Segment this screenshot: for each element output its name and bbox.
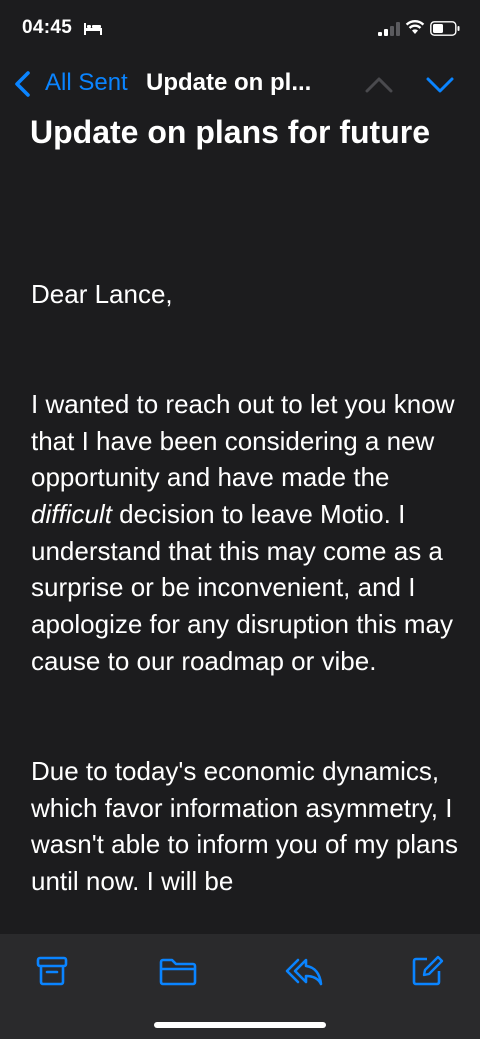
bed-icon (84, 23, 102, 35)
email-paragraph-2: Due to today's economic dynamics, which … (31, 755, 458, 896)
folder-icon[interactable] (158, 954, 198, 988)
status-time: 04:45 (22, 17, 73, 38)
chevron-left-icon[interactable] (12, 70, 32, 98)
home-indicator[interactable] (154, 1022, 326, 1028)
chevron-up-icon[interactable] (364, 74, 394, 96)
mail-screen: 04:45 All Sent Update on pl... Update on… (0, 0, 480, 1039)
bottom-toolbar (0, 934, 480, 1039)
email-content: Update on plans for future Dear Lance, I… (0, 110, 480, 934)
paragraph-1-emphasis: difficult (31, 498, 112, 529)
wifi-icon (405, 20, 425, 34)
compose-icon[interactable] (410, 954, 444, 988)
chevron-down-icon[interactable] (425, 74, 455, 96)
nav-bar: All Sent Update on pl... (0, 58, 480, 110)
email-greeting: Dear Lance, (31, 278, 173, 309)
reply-icon[interactable] (284, 954, 324, 988)
email-body: Dear Lance, I wanted to reach out to let… (31, 239, 461, 934)
archive-icon[interactable] (35, 954, 69, 988)
signal-icon (378, 22, 400, 36)
email-subject: Update on plans for future (30, 114, 430, 150)
nav-title: Update on pl... (146, 69, 312, 96)
email-paragraph-1: I wanted to reach out to let you know th… (31, 386, 461, 680)
back-button[interactable]: All Sent (45, 69, 128, 97)
battery-icon (430, 21, 460, 36)
paragraph-1-text-start: I wanted to reach out to let you know th… (31, 388, 455, 493)
status-bar: 04:45 (0, 0, 480, 58)
